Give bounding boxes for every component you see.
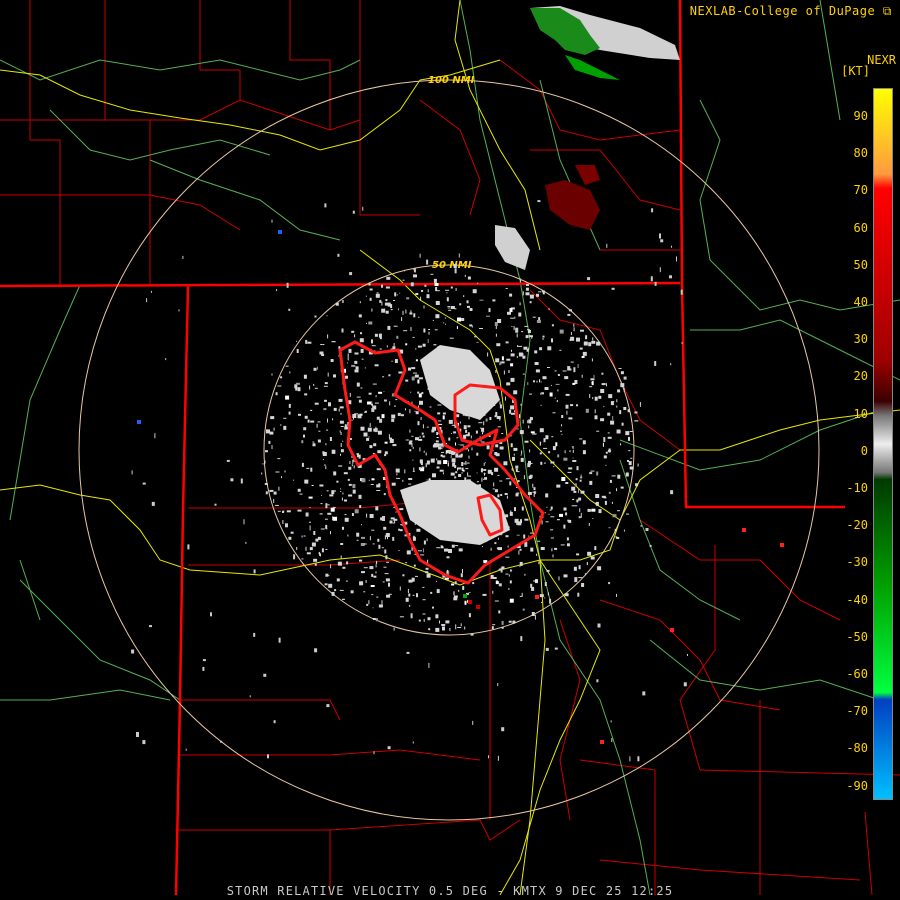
velocity-colorbar xyxy=(873,88,893,800)
colorbar-tick-label: 0 xyxy=(860,443,868,458)
colorbar-tick-label: 30 xyxy=(853,332,868,347)
colorbar-tick-label: -20 xyxy=(846,518,868,533)
colorbar-tick-label: -90 xyxy=(846,778,868,793)
units-label: [KT] xyxy=(841,64,870,78)
colorbar-tick-label: 60 xyxy=(853,220,868,235)
colorbar-tick-label: 90 xyxy=(853,109,868,123)
product-code: NEXR xyxy=(867,53,896,67)
colorbar-tick-label: 70 xyxy=(853,183,868,198)
colorbar-tick-label: 40 xyxy=(853,295,868,309)
colorbar-tick-label: -10 xyxy=(846,481,868,495)
range-ring-100-label: 100 NMI xyxy=(428,75,475,86)
credit-label: NEXLAB-College of DuPage ⧉ xyxy=(690,4,892,19)
product-footer: STORM RELATIVE VELOCITY 0.5 DEG - KMTX 9… xyxy=(226,884,674,898)
colorbar-tick-label: -50 xyxy=(846,629,868,644)
colorbar-tick-label: 80 xyxy=(853,146,868,161)
colorbar-tick-label: -70 xyxy=(846,704,868,719)
state-borders xyxy=(0,0,845,896)
colorbar-tick-label: 10 xyxy=(853,406,868,421)
colorbar-tick-label: 50 xyxy=(853,257,868,272)
colorbar-tick-label: -30 xyxy=(846,555,868,570)
colorbar-tick-label: -40 xyxy=(846,592,868,607)
colorbar-tick-label: -80 xyxy=(846,741,868,756)
colorbar-tick-label: 20 xyxy=(853,369,868,384)
range-ring-50-label: 50 NMI xyxy=(432,260,472,271)
credit-text: NEXLAB-College of DuPage xyxy=(689,4,876,18)
external-link-icon[interactable]: ⧉ xyxy=(883,4,892,18)
colorbar-tick-label: -60 xyxy=(846,667,868,681)
radar-map: 100 NMI 50 NMI xyxy=(0,0,900,896)
